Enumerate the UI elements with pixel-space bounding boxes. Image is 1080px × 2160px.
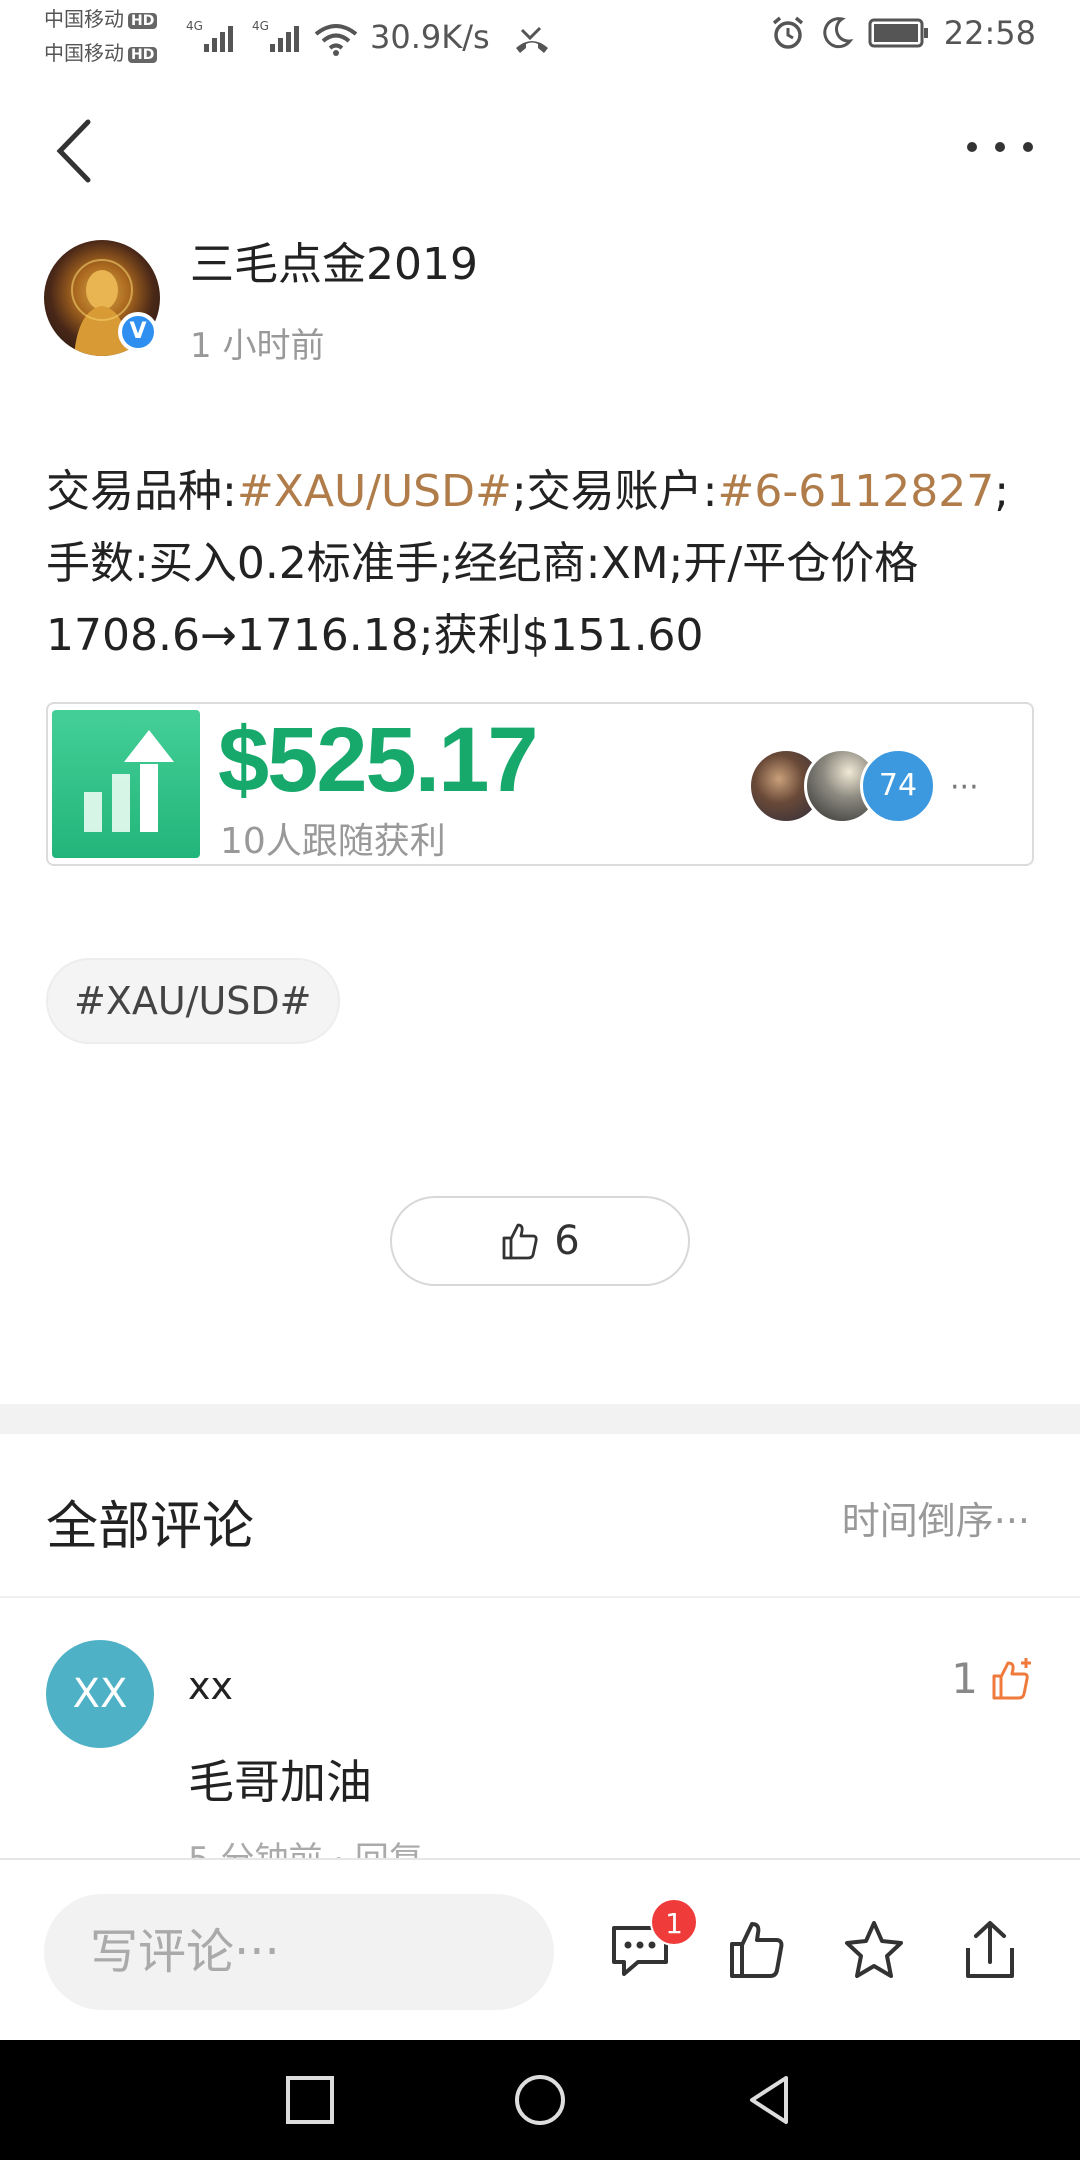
post-text-part: 交易品种: [46, 466, 237, 517]
top-nav [0, 96, 1080, 196]
comment-author[interactable]: xx [188, 1664, 233, 1708]
status-bar: 中国移动 HD 中国移动 HD 4G 4G 30.9K/s 22:58 [0, 0, 1080, 72]
symbol-tag-link[interactable]: #XAU/USD# [237, 466, 512, 517]
verified-icon: V [118, 312, 158, 352]
nav-back-icon[interactable] [742, 2072, 798, 2128]
bottom-action-bar: 1 [0, 1858, 1080, 2040]
post-text: 交易品种:#XAU/USD#;交易账户:#6-6112827;手数:买入0.2标… [46, 456, 1046, 672]
hashtag-chip[interactable]: #XAU/USD# [46, 958, 340, 1044]
signal-icon: 4G [186, 19, 233, 52]
account-tag-link[interactable]: #6-6112827 [718, 466, 995, 517]
comments-title: 全部评论 [46, 1497, 255, 1557]
alarm-icon [772, 16, 803, 49]
like-count: 6 [554, 1218, 580, 1264]
missed-call-icon [516, 26, 548, 53]
back-icon[interactable] [48, 116, 108, 186]
carrier-2: 中国移动 HD [44, 42, 158, 64]
thumb-up-icon[interactable] [726, 1918, 790, 1982]
nav-home-icon[interactable] [512, 2072, 568, 2128]
battery-icon [868, 18, 928, 48]
comment-meta: 5 分钟前 · 回复 [188, 1832, 423, 1858]
author-name[interactable]: 三毛点金2019 [190, 228, 478, 292]
follower-count-avatar: 74 [860, 748, 936, 824]
comments-divider [0, 1596, 1080, 1598]
star-icon[interactable] [842, 1918, 906, 1982]
thumb-up-plus-icon [992, 1657, 1031, 1699]
like-button[interactable]: 6 [390, 1196, 690, 1286]
followers-more[interactable]: ··· [950, 770, 979, 805]
system-nav-bar [0, 2040, 1080, 2160]
profit-amount: $525.17 [218, 709, 539, 811]
comment-like-count: 1 [951, 1654, 978, 1703]
post-time: 1 小时前 [190, 326, 325, 366]
comment-avatar[interactable]: XX [46, 1640, 154, 1748]
moon-icon [823, 17, 854, 49]
sort-toggle[interactable]: 时间倒序··· [842, 1490, 1030, 1545]
comment-like-button[interactable]: 1 [951, 1654, 1036, 1703]
svg-text:4G: 4G [186, 19, 203, 33]
carrier-1: 中国移动 HD [44, 8, 158, 30]
share-icon[interactable] [958, 1918, 1022, 1982]
comment-text: 毛哥加油 [188, 1755, 372, 1809]
section-divider [0, 1404, 1080, 1434]
comment-input[interactable] [44, 1894, 554, 2010]
post-text-part: ;交易账户: [511, 466, 718, 517]
comment-count-badge: 1 [650, 1898, 698, 1946]
signal-icon-2: 4G [252, 19, 299, 52]
status-right: 22:58 [770, 14, 1036, 52]
thumb-up-icon [502, 1223, 538, 1260]
nav-square-icon[interactable] [282, 2072, 338, 2128]
net-speed: 30.9K/s [370, 18, 490, 56]
wifi-icon [314, 24, 358, 56]
profit-caption: 10人跟随获利 [220, 821, 446, 862]
clock: 22:58 [943, 14, 1036, 52]
profit-card[interactable]: $525.17 10人跟随获利 74 [46, 702, 1034, 866]
more-icon[interactable] [960, 132, 1040, 162]
chart-up-icon [52, 710, 200, 858]
svg-text:4G: 4G [252, 19, 269, 33]
